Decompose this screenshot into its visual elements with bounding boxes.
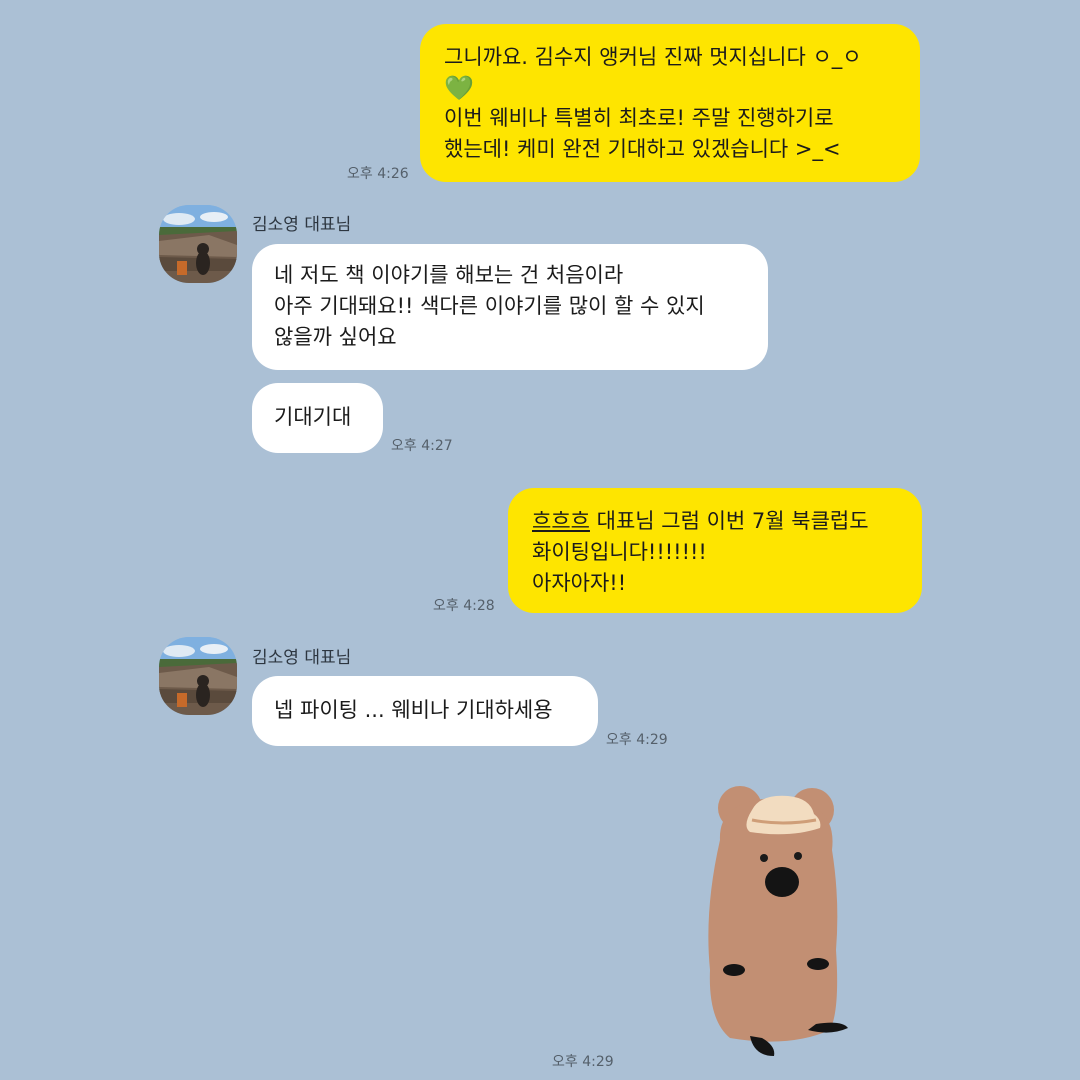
message-time: 오후 4:26 <box>347 166 409 182</box>
chat-room: 오후 4:26 그니까요. 김수지 앵커님 진짜 멋지십니다 ㅇ_ㅇ 💚 이번 … <box>0 0 1080 1080</box>
my-message-bubble[interactable]: 흐흐흐 대표님 그럼 이번 7월 북클럽도 화이팅입니다!!!!!!! 아자아자… <box>508 488 922 613</box>
rooftop-photo-avatar-icon <box>159 205 237 283</box>
message-text-line: 아자아자!! <box>532 571 627 595</box>
their-message-bubble[interactable]: 넵 파이팅 ... 웨비나 기대하세용 <box>252 676 598 746</box>
my-message-bubble[interactable]: 그니까요. 김수지 앵커님 진짜 멋지십니다 ㅇ_ㅇ 💚 이번 웨비나 특별히 … <box>420 24 920 182</box>
message-text-line: 했는데! 케미 완전 기대하고 있겠습니다 >_< <box>444 137 841 161</box>
their-message-bubble[interactable]: 기대기대 <box>252 383 383 453</box>
quokka-with-hat-sticker[interactable] <box>690 780 870 1070</box>
message-text-line: 흐흐흐 대표님 그럼 이번 7월 북클럽도 <box>532 506 904 537</box>
message-text-line: 그니까요. 김수지 앵커님 진짜 멋지십니다 ㅇ_ㅇ <box>444 45 862 69</box>
avatar[interactable] <box>159 205 237 283</box>
message-time: 오후 4:27 <box>391 438 453 454</box>
message-text-segment: 대표님 그럼 이번 7월 북클럽도 <box>589 509 869 533</box>
rooftop-photo-avatar-icon <box>159 637 237 715</box>
quokka-sticker-icon <box>708 786 848 1056</box>
green-heart-emoji: 💚 <box>444 74 474 102</box>
their-message-bubble[interactable]: 네 저도 책 이야기를 해보는 건 처음이라 아주 기대돼요!! 색다른 이야기… <box>252 244 768 370</box>
message-time: 오후 4:29 <box>552 1054 614 1070</box>
avatar[interactable] <box>159 637 237 715</box>
message-text-line: 이번 웨비나 특별히 최초로! 주말 진행하기로 <box>444 106 834 130</box>
message-time: 오후 4:28 <box>433 598 495 614</box>
message-text-line: 화이팅입니다!!!!!!! <box>532 540 707 564</box>
message-time: 오후 4:29 <box>606 732 668 748</box>
sender-name: 김소영 대표님 <box>252 648 352 668</box>
underlined-laugh-text: 흐흐흐 <box>532 509 590 533</box>
sender-name: 김소영 대표님 <box>252 215 352 235</box>
